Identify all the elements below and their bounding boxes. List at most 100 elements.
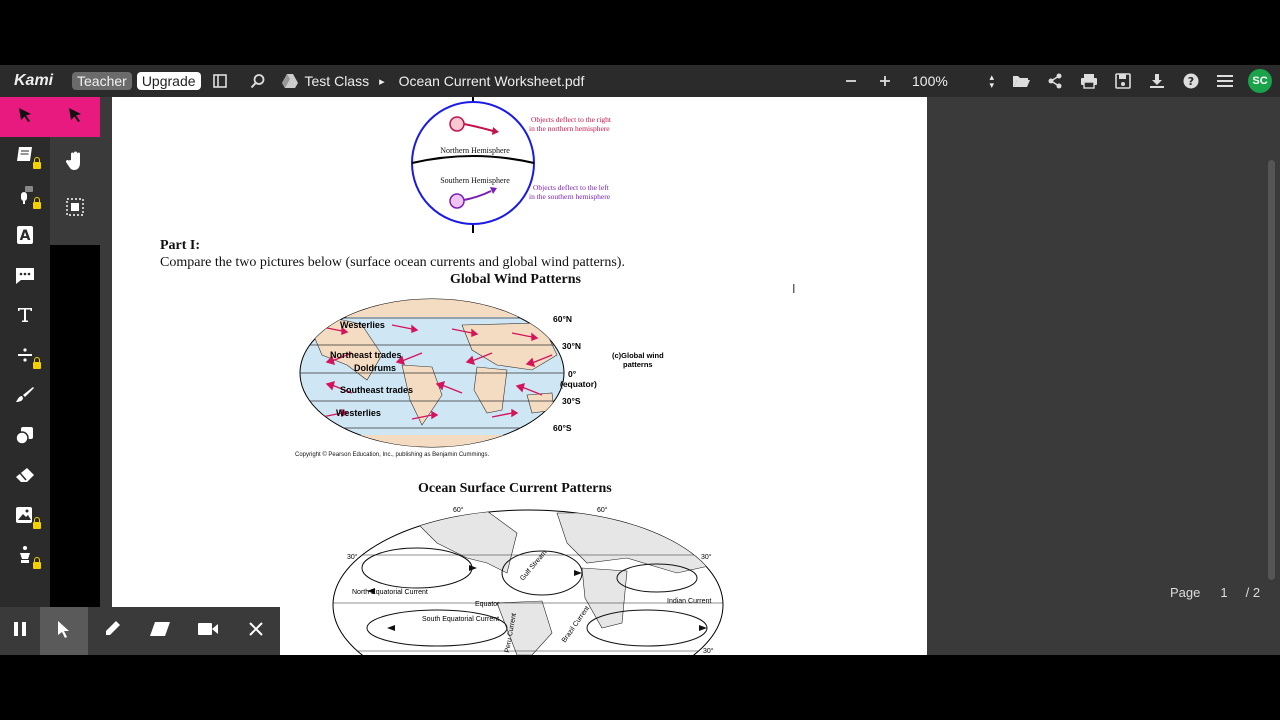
kami-logo: Kami bbox=[14, 72, 54, 89]
zoom-value: 100% bbox=[912, 73, 948, 89]
select-tool[interactable] bbox=[0, 97, 50, 137]
comment-bubble-icon bbox=[15, 266, 35, 289]
divide-icon bbox=[17, 347, 33, 368]
lock-icon bbox=[33, 517, 41, 529]
breadcrumb-class[interactable]: Test Class bbox=[305, 73, 370, 89]
menu-icon[interactable] bbox=[1214, 70, 1236, 92]
download-icon[interactable] bbox=[1146, 70, 1168, 92]
right-deflection-note-2: in the northern hemisphere bbox=[529, 124, 610, 133]
south-equatorial-current-label: South Equatorial Current bbox=[422, 616, 499, 623]
share-icon[interactable] bbox=[1044, 70, 1066, 92]
image-tool[interactable] bbox=[0, 497, 50, 537]
text-tool[interactable] bbox=[0, 297, 50, 337]
user-avatar[interactable]: SC bbox=[1248, 69, 1272, 93]
comment-tool[interactable] bbox=[0, 257, 50, 297]
total-pages: / 2 bbox=[1245, 585, 1261, 600]
highlighter-button[interactable] bbox=[136, 607, 184, 655]
ocean-degree-30-bottom: 30° bbox=[703, 647, 714, 655]
zoom-out-icon[interactable] bbox=[840, 70, 862, 92]
latitude-0: 0° bbox=[568, 369, 577, 379]
pen-button[interactable] bbox=[88, 607, 136, 655]
copyright-text: Copyright © Pearson Education, Inc., pub… bbox=[295, 452, 490, 458]
cursor-arrow-icon bbox=[57, 620, 71, 643]
latitude-60n: 60°N bbox=[553, 314, 572, 324]
google-drive-icon bbox=[279, 70, 301, 92]
save-icon[interactable] bbox=[1112, 70, 1134, 92]
wind-label-westerlies-north: Westerlies bbox=[340, 320, 385, 330]
sidebar-toggle-icon[interactable] bbox=[209, 70, 231, 92]
help-icon[interactable]: ? bbox=[1180, 70, 1202, 92]
book-icon bbox=[15, 146, 35, 169]
latitude-30n: 30°N bbox=[562, 341, 581, 351]
wind-caption-2: patterns bbox=[623, 360, 653, 369]
wind-caption: (c)Global wind bbox=[612, 351, 664, 360]
signature-tool[interactable] bbox=[0, 537, 50, 577]
close-icon bbox=[249, 621, 263, 641]
coriolis-diagram: Northern Hemisphere Southern Hemisphere … bbox=[411, 97, 612, 233]
drawing-tool[interactable] bbox=[0, 377, 50, 417]
pan-hand-option[interactable] bbox=[50, 137, 100, 189]
shapes-tool[interactable] bbox=[0, 417, 50, 457]
southern-hemisphere-label: Southern Hemisphere bbox=[440, 176, 510, 185]
ocean-degree-30-right: 30° bbox=[701, 553, 712, 561]
print-icon[interactable] bbox=[1078, 70, 1100, 92]
northern-hemisphere-label: Northern Hemisphere bbox=[440, 146, 510, 155]
left-deflection-note: Objects deflect to the left bbox=[533, 183, 610, 192]
breadcrumb-file[interactable]: Ocean Current Worksheet.pdf bbox=[399, 73, 585, 89]
pencil-icon bbox=[103, 620, 121, 643]
pointer-button[interactable] bbox=[40, 607, 88, 655]
camera-button[interactable] bbox=[184, 607, 232, 655]
upgrade-button[interactable]: Upgrade bbox=[136, 72, 201, 90]
pdf-page[interactable]: Northern Hemisphere Southern Hemisphere … bbox=[112, 97, 927, 655]
markup-tool[interactable]: A bbox=[0, 217, 50, 257]
indian-current-label: Indian Current bbox=[667, 598, 711, 605]
teacher-badge: Teacher bbox=[72, 72, 132, 90]
instruction-text: Compare the two pictures below (surface … bbox=[160, 255, 625, 270]
pause-button[interactable] bbox=[0, 607, 40, 655]
page-label: Page bbox=[1170, 585, 1201, 600]
wind-label-westerlies-south: Westerlies bbox=[336, 408, 381, 418]
vertical-scrollbar[interactable] bbox=[1268, 160, 1275, 580]
hand-icon bbox=[65, 151, 84, 176]
chevron-right-icon: ▸ bbox=[379, 75, 385, 88]
close-recording-button[interactable] bbox=[232, 607, 280, 655]
pause-icon bbox=[14, 621, 26, 641]
updown-chevron-icon: ▴ ▾ bbox=[989, 72, 994, 90]
lock-icon bbox=[33, 197, 41, 209]
lock-icon bbox=[33, 157, 41, 169]
eraser-icon bbox=[15, 467, 35, 488]
textbook-tool[interactable] bbox=[0, 137, 50, 177]
ocean-degree-60-left: 60° bbox=[453, 506, 464, 514]
voice-comment-tool[interactable] bbox=[0, 177, 50, 217]
video-camera-icon bbox=[198, 622, 218, 641]
tool-sidebar: A bbox=[0, 97, 50, 655]
left-deflection-note-2: in the southern hemisphere bbox=[529, 192, 611, 201]
top-toolbar: Kami Teacher Upgrade Test Class ▸ Ocean … bbox=[0, 65, 1280, 97]
part-heading: Part I: bbox=[160, 238, 201, 253]
ocean-current-map: 60° 60° 30° 30° 30° North Equatorial Cur… bbox=[332, 506, 724, 655]
select-arrow-option[interactable] bbox=[50, 97, 100, 137]
area-select-option[interactable] bbox=[50, 189, 100, 229]
equation-tool[interactable] bbox=[0, 337, 50, 377]
breadcrumb: Test Class ▸ Ocean Current Worksheet.pdf bbox=[279, 70, 585, 92]
latitude-equator: (equator) bbox=[560, 379, 597, 389]
cursor-arrow-icon bbox=[67, 107, 83, 128]
eraser-tool[interactable] bbox=[0, 457, 50, 497]
zoom-select[interactable]: 100% ▴ ▾ bbox=[908, 70, 998, 92]
search-icon[interactable] bbox=[247, 70, 269, 92]
fountain-pen-icon bbox=[17, 545, 33, 570]
wind-label-ne-trades: Northeast trades bbox=[330, 350, 402, 360]
lock-icon bbox=[33, 557, 41, 569]
text-cursor-icon: I bbox=[792, 282, 796, 296]
paintbrush-icon bbox=[15, 386, 35, 409]
wind-label-doldrums: Doldrums bbox=[354, 363, 396, 373]
add-image-icon bbox=[15, 505, 35, 530]
shapes-icon bbox=[15, 425, 35, 450]
lock-icon bbox=[33, 357, 41, 369]
area-select-icon bbox=[66, 197, 84, 221]
latitude-30s: 30°S bbox=[562, 396, 581, 406]
zoom-in-icon[interactable] bbox=[874, 70, 896, 92]
current-page-input[interactable]: 1 bbox=[1220, 585, 1227, 600]
equator-label: Equator bbox=[475, 601, 500, 608]
open-folder-icon[interactable] bbox=[1010, 70, 1032, 92]
